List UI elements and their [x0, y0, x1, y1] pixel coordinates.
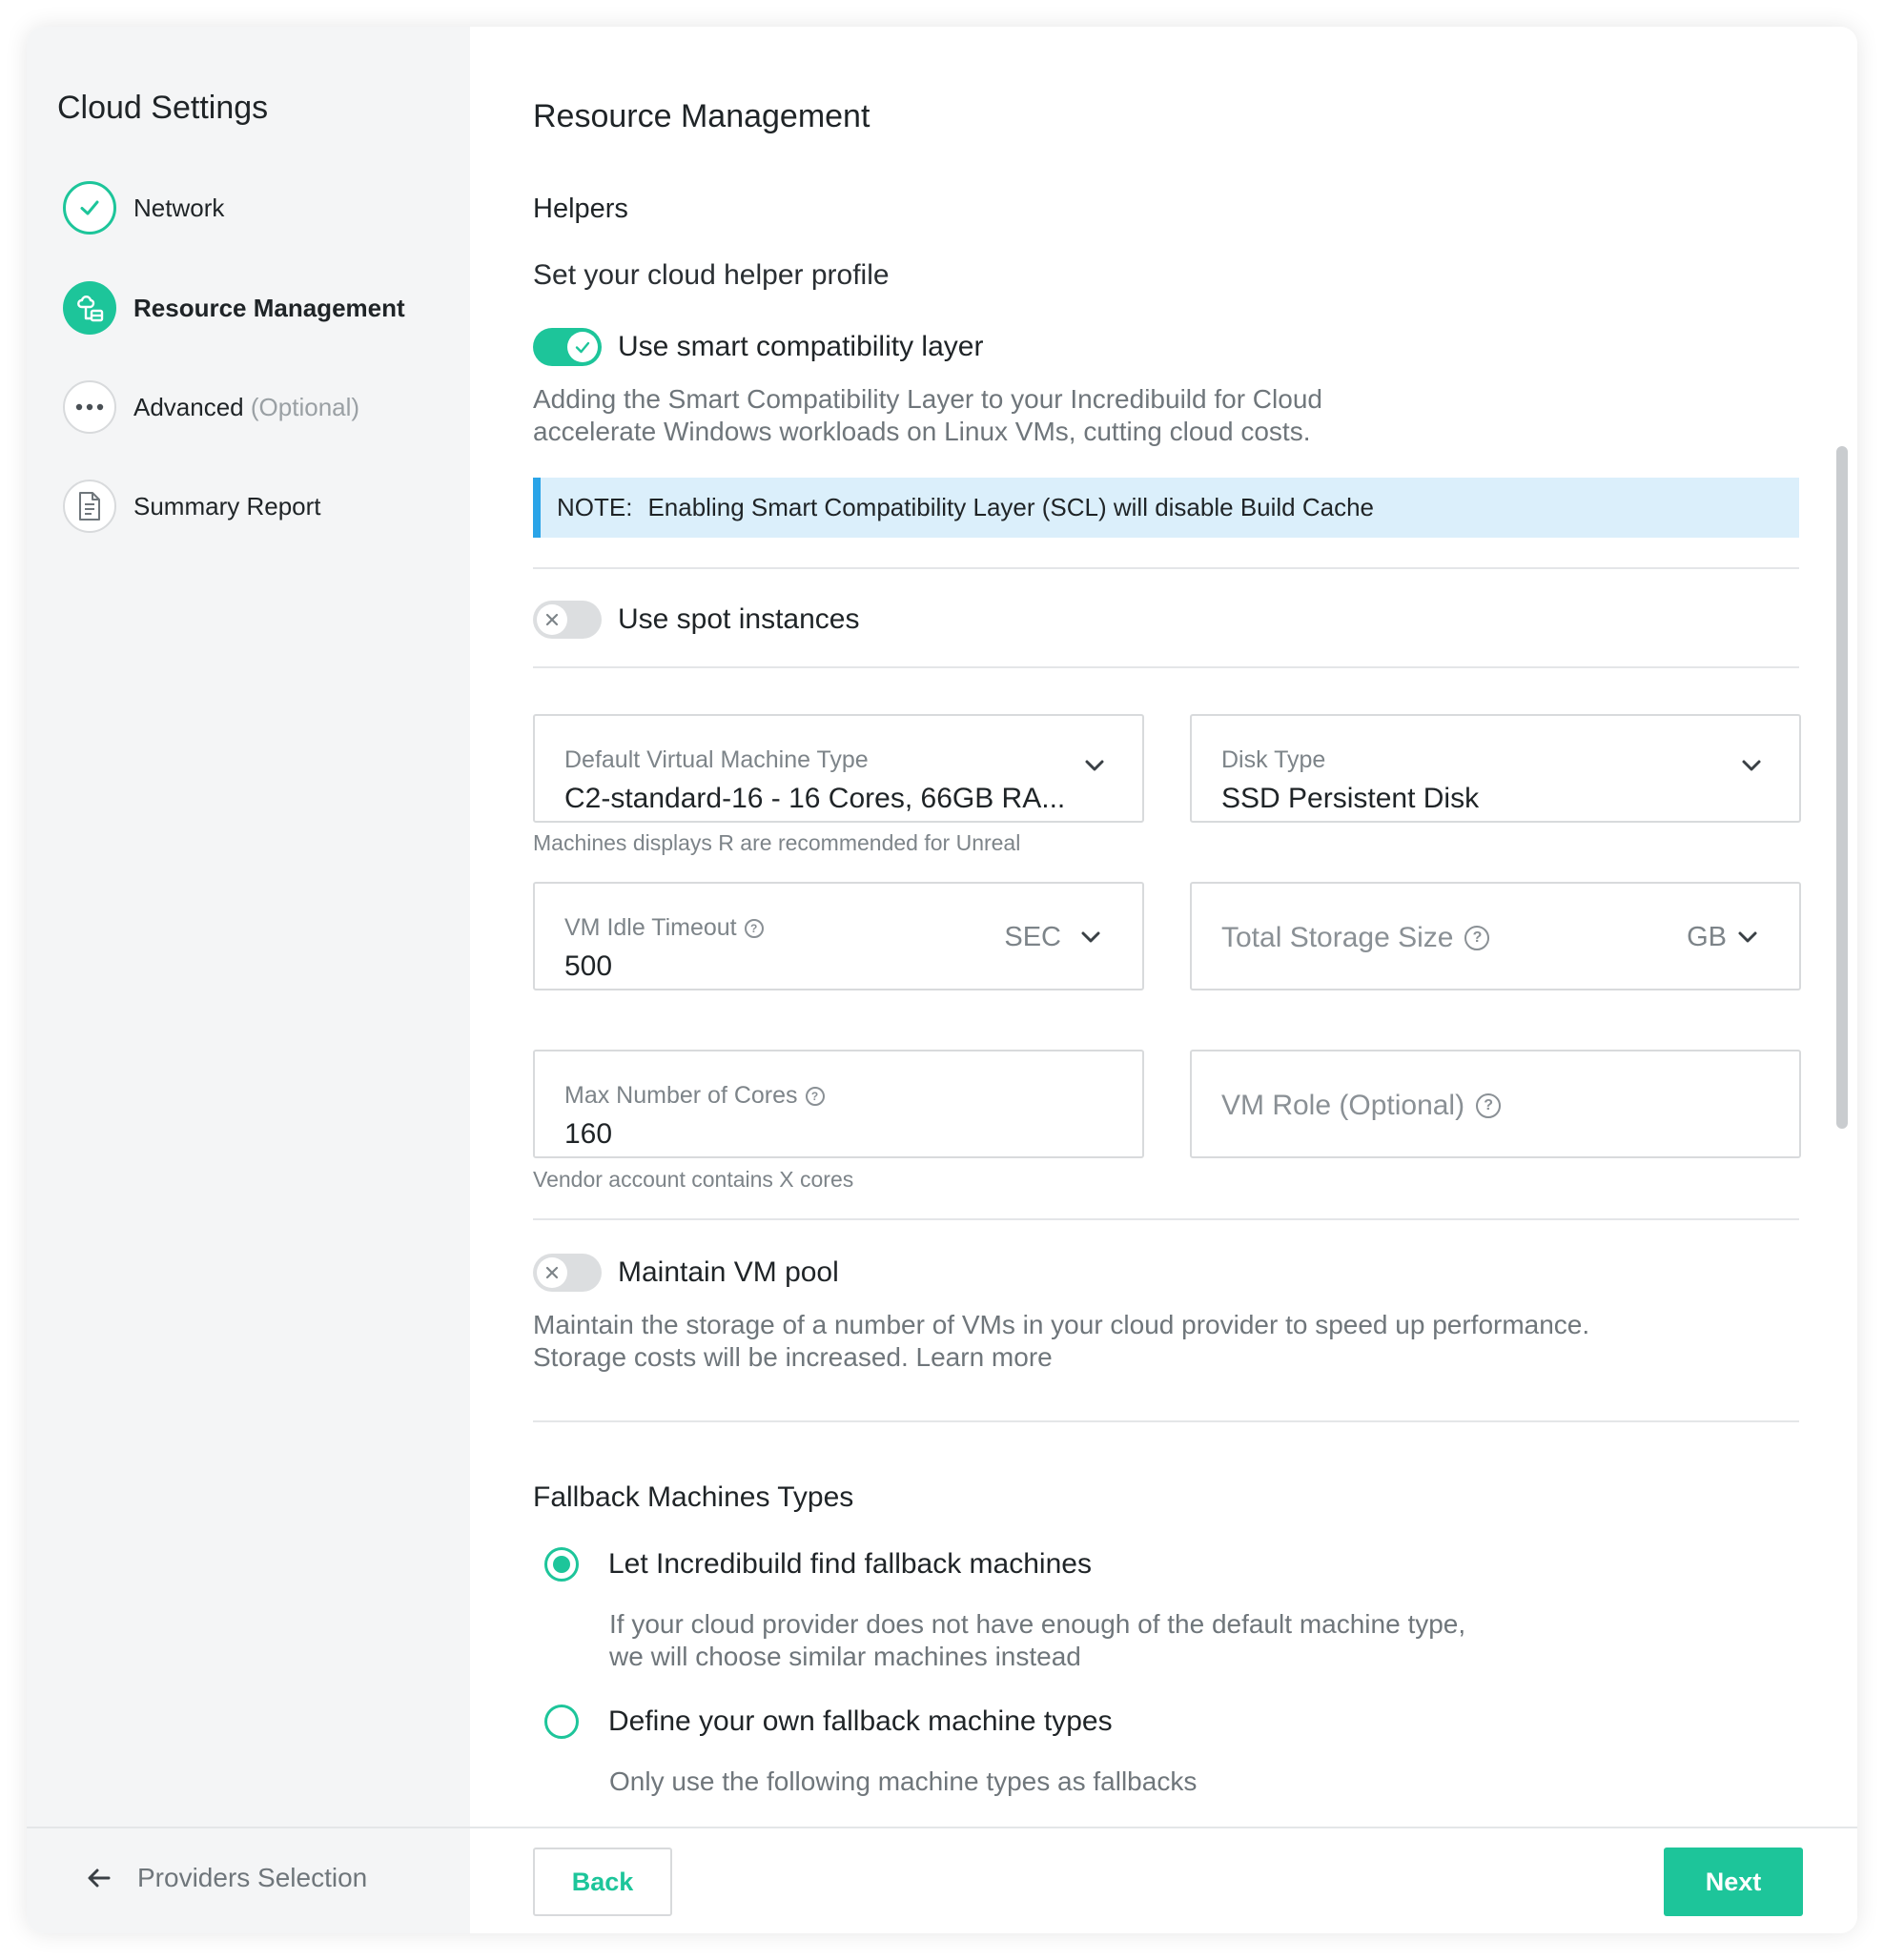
description-line: we will choose similar machines instead: [609, 1642, 1081, 1671]
unit-select[interactable]: GB: [1687, 922, 1727, 953]
scl-toggle-label: Use smart compatibility layer: [618, 331, 984, 362]
max-cores-hint: Vendor account contains X cores: [533, 1167, 854, 1192]
divider: [533, 1420, 1799, 1422]
fallback-option-auto-description: If your cloud provider does not have eno…: [609, 1608, 1465, 1673]
section-title-helpers: Helpers: [533, 194, 628, 224]
max-cores-input[interactable]: Max Number of Cores? 160: [533, 1050, 1144, 1158]
unit-select[interactable]: SEC: [1004, 922, 1061, 953]
help-icon[interactable]: ?: [744, 918, 764, 938]
chevron-down-icon: [1081, 931, 1100, 943]
close-icon: [537, 1257, 567, 1288]
step-label-text: Advanced: [133, 392, 244, 421]
help-icon[interactable]: ?: [805, 1086, 825, 1106]
field-placeholder: VM Role (Optional)?: [1221, 1090, 1502, 1122]
vm-pool-description-line: Maintain the storage of a number of VMs …: [533, 1310, 1590, 1339]
radio-label: Define your own fallback machine types: [608, 1705, 1113, 1737]
scrollbar[interactable]: [1836, 446, 1848, 1129]
sidebar-step-resource-management[interactable]: Resource Management: [63, 279, 405, 337]
vm-role-input[interactable]: VM Role (Optional)?: [1190, 1050, 1801, 1158]
main-panel: Resource Management Helpers Set your clo…: [470, 27, 1857, 1827]
divider: [533, 567, 1799, 569]
step-label: Advanced (Optional): [133, 393, 359, 422]
chevron-down-icon: [1742, 760, 1761, 771]
optional-tag: (Optional): [250, 392, 360, 421]
total-storage-input[interactable]: Total Storage Size? GB: [1190, 882, 1801, 990]
radio-label: Let Incredibuild find fallback machines: [608, 1548, 1092, 1580]
footer: Providers Selection Back Next: [27, 1827, 1857, 1933]
field-label: Default Virtual Machine Type: [564, 746, 869, 773]
scl-description-line: Adding the Smart Compatibility Layer to …: [533, 384, 1322, 414]
spot-toggle-row: Use spot instances: [533, 601, 859, 639]
disk-type-select[interactable]: Disk Type SSD Persistent Disk: [1190, 714, 1801, 823]
note-text: Enabling Smart Compatibility Layer (SCL)…: [647, 493, 1375, 521]
field-label-text: Max Number of Cores: [564, 1082, 798, 1109]
back-button[interactable]: Back: [533, 1848, 672, 1916]
scl-note-banner: NOTE: Enabling Smart Compatibility Layer…: [533, 478, 1799, 538]
scl-description: Adding the Smart Compatibility Layer to …: [533, 383, 1322, 448]
document-icon: [63, 480, 116, 533]
sidebar-step-network[interactable]: Network: [63, 179, 224, 236]
field-value: 500: [564, 950, 613, 982]
sidebar-title: Cloud Settings: [57, 90, 269, 126]
check-icon: [63, 181, 116, 235]
fallback-option-custom[interactable]: Define your own fallback machine types: [544, 1705, 1113, 1739]
spot-instances-toggle[interactable]: [533, 601, 602, 639]
description-line: Only use the following machine types as …: [609, 1766, 1198, 1796]
fallback-option-custom-description: Only use the following machine types as …: [609, 1766, 1197, 1798]
radio-dot: [553, 1556, 570, 1573]
radio-unselected[interactable]: [544, 1705, 579, 1739]
field-label-text: VM Idle Timeout: [564, 914, 737, 941]
spot-toggle-label: Use spot instances: [618, 603, 860, 635]
fallback-option-auto[interactable]: Let Incredibuild find fallback machines: [544, 1547, 1092, 1582]
fallback-title: Fallback Machines Types: [533, 1481, 854, 1513]
sidebar-step-summary-report[interactable]: Summary Report: [63, 478, 321, 535]
chevron-down-icon: [1085, 760, 1104, 771]
field-value: C2-standard-16 - 16 Cores, 66GB RA...: [564, 783, 1066, 814]
note-label: NOTE:: [557, 493, 633, 521]
cloud-resources-icon: [63, 281, 116, 335]
scl-toggle-row: Use smart compatibility layer: [533, 328, 983, 366]
more-dots-icon: [63, 380, 116, 434]
page-title: Resource Management: [533, 98, 870, 134]
check-icon: [567, 332, 598, 362]
sidebar: Cloud Settings Network Resource Manageme…: [27, 27, 470, 1827]
arrow-left-icon: [88, 1868, 111, 1888]
help-icon[interactable]: ?: [1464, 926, 1490, 950]
sidebar-step-advanced[interactable]: Advanced (Optional): [63, 378, 359, 436]
vm-pool-toggle[interactable]: [533, 1254, 602, 1292]
providers-selection-label: Providers Selection: [137, 1863, 368, 1892]
helpers-subtitle: Set your cloud helper profile: [533, 259, 890, 291]
vm-idle-timeout-input[interactable]: VM Idle Timeout? 500 SEC: [533, 882, 1144, 990]
next-button[interactable]: Next: [1664, 1848, 1803, 1916]
vm-type-select[interactable]: Default Virtual Machine Type C2-standard…: [533, 714, 1144, 823]
field-placeholder: Total Storage Size?: [1221, 922, 1490, 954]
field-label: VM Idle Timeout?: [564, 914, 764, 942]
vm-pool-toggle-label: Maintain VM pool: [618, 1256, 839, 1288]
radio-selected[interactable]: [544, 1547, 579, 1582]
field-placeholder-text: Total Storage Size: [1221, 922, 1454, 953]
scl-description-line: accelerate Windows workloads on Linux VM…: [533, 417, 1311, 446]
field-label: Disk Type: [1221, 746, 1326, 773]
field-value: SSD Persistent Disk: [1221, 783, 1480, 814]
close-icon: [537, 604, 567, 635]
vm-pool-toggle-row: Maintain VM pool: [533, 1254, 839, 1292]
vm-pool-description: Maintain the storage of a number of VMs …: [533, 1309, 1589, 1374]
vm-type-hint: Machines displays R are recommended for …: [533, 830, 1021, 855]
field-placeholder-text: VM Role (Optional): [1221, 1090, 1465, 1121]
cloud-settings-card: Cloud Settings Network Resource Manageme…: [27, 27, 1857, 1933]
step-label: Network: [133, 193, 225, 222]
step-label: Resource Management: [133, 293, 405, 322]
scl-toggle[interactable]: [533, 328, 602, 366]
providers-selection-link[interactable]: Providers Selection: [86, 1863, 367, 1893]
divider: [533, 1218, 1799, 1220]
step-label: Summary Report: [133, 491, 321, 521]
chevron-down-icon: [1738, 931, 1757, 943]
vm-pool-description-line: Storage costs will be increased. Learn m…: [533, 1342, 1053, 1372]
description-line: If your cloud provider does not have eno…: [609, 1609, 1466, 1639]
field-value: 160: [564, 1118, 613, 1150]
field-label: Max Number of Cores?: [564, 1082, 825, 1110]
divider: [533, 666, 1799, 668]
help-icon[interactable]: ?: [1476, 1093, 1502, 1118]
